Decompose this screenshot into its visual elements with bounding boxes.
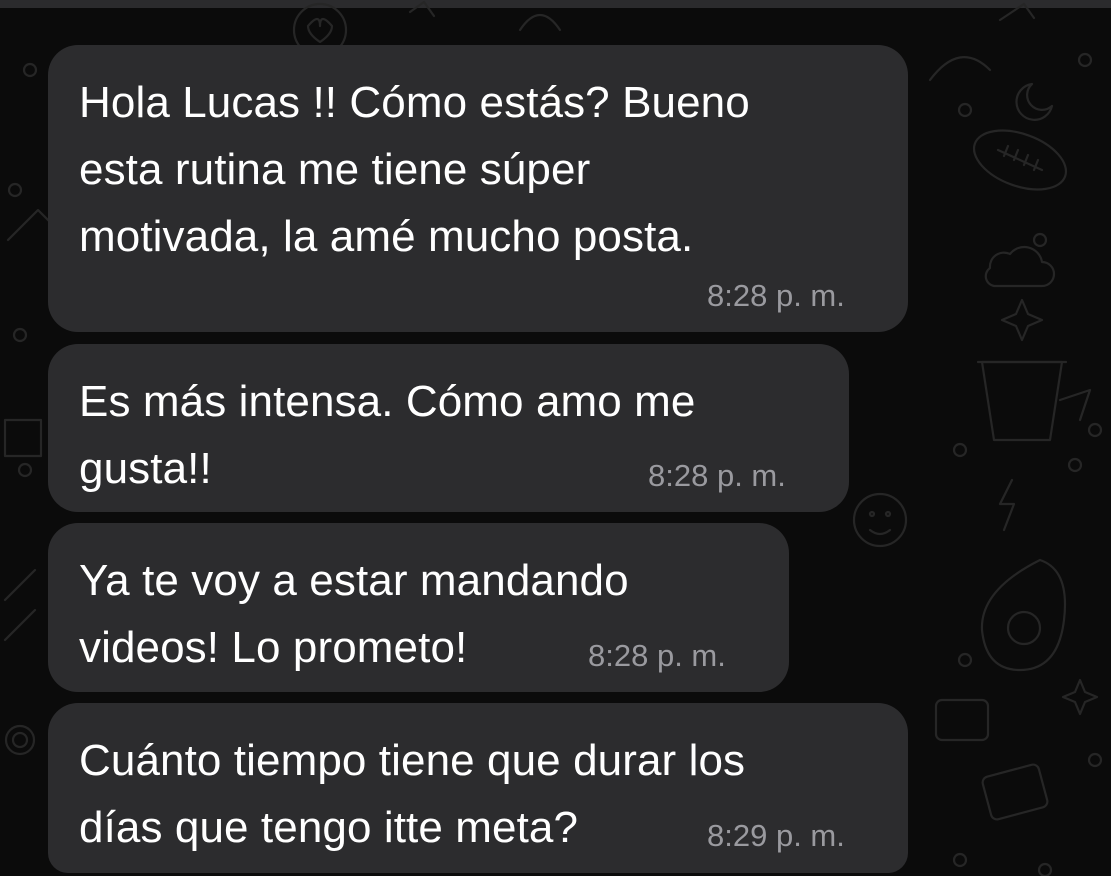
message-timestamp: 8:29 p. m.: [707, 818, 845, 853]
avocado-icon: [980, 558, 1066, 672]
message-bubble[interactable]: Ya te voy a estar mandando videos! Lo pr…: [48, 523, 789, 692]
football-icon: [972, 129, 1068, 191]
message-timestamp: 8:28 p. m.: [648, 458, 786, 493]
message-bubble[interactable]: Cuánto tiempo tiene que durar los días q…: [48, 703, 908, 873]
message-text: Es más intensa. Cómo amo me gusta!!: [79, 377, 696, 493]
flower-pot-icon: [976, 360, 1068, 442]
message-text: Hola Lucas !! Cómo estás? Bueno esta rut…: [79, 78, 750, 261]
moon-icon: [1015, 82, 1054, 121]
message-bubble[interactable]: Hola Lucas !! Cómo estás? Bueno esta rut…: [48, 45, 908, 332]
message-timestamp: 8:28 p. m.: [588, 638, 726, 673]
camera-icon: [934, 698, 1049, 821]
message-bubble[interactable]: Es más intensa. Cómo amo me gusta!! 8:28…: [48, 344, 849, 512]
message-timestamp: 8:28 p. m.: [707, 278, 845, 313]
smiley-icon: [852, 492, 908, 548]
cloud-icon: [984, 245, 1056, 288]
message-text: Cuánto tiempo tiene que durar los días q…: [79, 736, 746, 852]
lightning-icon: [998, 478, 1016, 532]
message-text: Ya te voy a estar mandando videos! Lo pr…: [79, 556, 629, 672]
